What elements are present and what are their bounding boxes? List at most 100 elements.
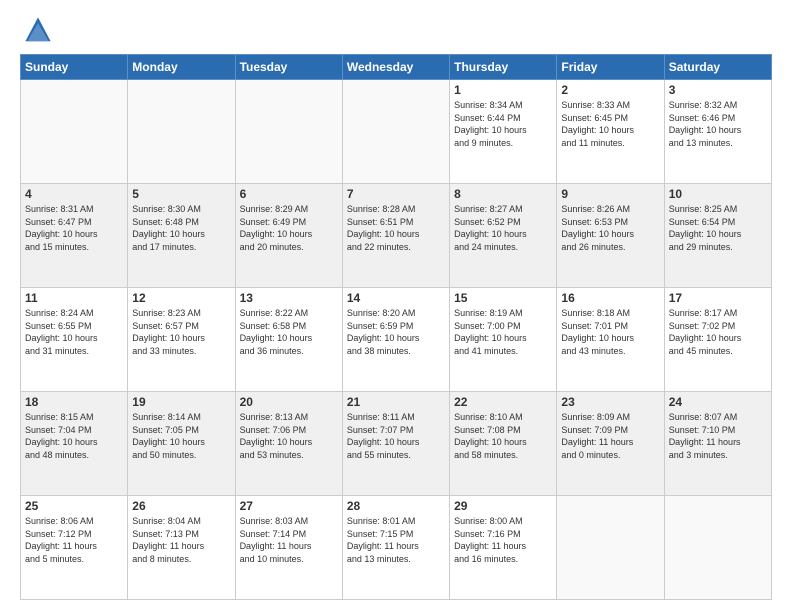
day-number: 28 [347,499,445,513]
day-number: 13 [240,291,338,305]
day-info: Sunrise: 8:26 AM Sunset: 6:53 PM Dayligh… [561,203,659,253]
day-info: Sunrise: 8:31 AM Sunset: 6:47 PM Dayligh… [25,203,123,253]
day-info: Sunrise: 8:25 AM Sunset: 6:54 PM Dayligh… [669,203,767,253]
calendar-cell: 22 Sunrise: 8:10 AM Sunset: 7:08 PM Dayli… [450,392,557,496]
calendar-cell: 18 Sunrise: 8:15 AM Sunset: 7:04 PM Dayli… [21,392,128,496]
calendar-cell: 26 Sunrise: 8:04 AM Sunset: 7:13 PM Dayli… [128,496,235,600]
calendar-cell: 15 Sunrise: 8:19 AM Sunset: 7:00 PM Dayli… [450,288,557,392]
calendar-body: 1Sunrise: 8:34 AM Sunset: 6:44 PM Daylig… [21,80,772,600]
calendar-cell: 4 Sunrise: 8:31 AM Sunset: 6:47 PM Daylig… [21,184,128,288]
day-info: Sunrise: 8:07 AM Sunset: 7:10 PM Dayligh… [669,411,767,461]
calendar-table: Sunday Monday Tuesday Wednesday Thursday… [20,54,772,600]
day-number: 12 [132,291,230,305]
calendar-cell: 14 Sunrise: 8:20 AM Sunset: 6:59 PM Dayli… [342,288,449,392]
day-number: 23 [561,395,659,409]
day-number: 9 [561,187,659,201]
day-number: 15 [454,291,552,305]
calendar-cell: 12 Sunrise: 8:23 AM Sunset: 6:57 PM Dayli… [128,288,235,392]
day-number: 24 [669,395,767,409]
day-info: Sunrise: 8:00 AM Sunset: 7:16 PM Dayligh… [454,515,552,565]
day-info: Sunrise: 8:17 AM Sunset: 7:02 PM Dayligh… [669,307,767,357]
calendar-cell: 1Sunrise: 8:34 AM Sunset: 6:44 PM Daylig… [450,80,557,184]
day-number: 6 [240,187,338,201]
day-number: 5 [132,187,230,201]
calendar-cell: 3 Sunrise: 8:32 AM Sunset: 6:46 PM Daylig… [664,80,771,184]
day-number: 22 [454,395,552,409]
day-info: Sunrise: 8:11 AM Sunset: 7:07 PM Dayligh… [347,411,445,461]
day-number: 11 [25,291,123,305]
day-info: Sunrise: 8:32 AM Sunset: 6:46 PM Dayligh… [669,99,767,149]
day-info: Sunrise: 8:13 AM Sunset: 7:06 PM Dayligh… [240,411,338,461]
calendar-cell: 5 Sunrise: 8:30 AM Sunset: 6:48 PM Daylig… [128,184,235,288]
day-info: Sunrise: 8:29 AM Sunset: 6:49 PM Dayligh… [240,203,338,253]
calendar-cell [557,496,664,600]
day-info: Sunrise: 8:15 AM Sunset: 7:04 PM Dayligh… [25,411,123,461]
calendar-cell [21,80,128,184]
day-info: Sunrise: 8:20 AM Sunset: 6:59 PM Dayligh… [347,307,445,357]
calendar-cell: 19 Sunrise: 8:14 AM Sunset: 7:05 PM Dayli… [128,392,235,496]
header [20,16,772,44]
calendar-cell: 29 Sunrise: 8:00 AM Sunset: 7:16 PM Dayli… [450,496,557,600]
calendar-cell: 23Sunrise: 8:09 AM Sunset: 7:09 PM Dayli… [557,392,664,496]
day-info: Sunrise: 8:10 AM Sunset: 7:08 PM Dayligh… [454,411,552,461]
day-info: Sunrise: 8:30 AM Sunset: 6:48 PM Dayligh… [132,203,230,253]
col-thursday: Thursday [450,55,557,80]
col-friday: Friday [557,55,664,80]
calendar-cell: 28 Sunrise: 8:01 AM Sunset: 7:15 PM Dayli… [342,496,449,600]
page: Sunday Monday Tuesday Wednesday Thursday… [0,0,792,612]
day-number: 8 [454,187,552,201]
calendar-cell: 7Sunrise: 8:28 AM Sunset: 6:51 PM Daylig… [342,184,449,288]
logo-icon [24,16,52,44]
calendar-cell: 8 Sunrise: 8:27 AM Sunset: 6:52 PM Daylig… [450,184,557,288]
day-number: 20 [240,395,338,409]
calendar-cell: 16 Sunrise: 8:18 AM Sunset: 7:01 PM Dayli… [557,288,664,392]
day-number: 27 [240,499,338,513]
col-sunday: Sunday [21,55,128,80]
calendar-cell: 11 Sunrise: 8:24 AM Sunset: 6:55 PM Dayli… [21,288,128,392]
day-number: 18 [25,395,123,409]
calendar-cell [128,80,235,184]
logo [20,16,52,44]
calendar-header: Sunday Monday Tuesday Wednesday Thursday… [21,55,772,80]
day-number: 7 [347,187,445,201]
day-info: Sunrise: 8:18 AM Sunset: 7:01 PM Dayligh… [561,307,659,357]
col-tuesday: Tuesday [235,55,342,80]
day-info: Sunrise: 8:34 AM Sunset: 6:44 PM Dayligh… [454,99,552,149]
day-info: Sunrise: 8:04 AM Sunset: 7:13 PM Dayligh… [132,515,230,565]
calendar-cell [342,80,449,184]
day-info: Sunrise: 8:33 AM Sunset: 6:45 PM Dayligh… [561,99,659,149]
calendar-cell: 2 Sunrise: 8:33 AM Sunset: 6:45 PM Daylig… [557,80,664,184]
day-info: Sunrise: 8:06 AM Sunset: 7:12 PM Dayligh… [25,515,123,565]
calendar-cell [664,496,771,600]
day-number: 14 [347,291,445,305]
day-number: 3 [669,83,767,97]
calendar-cell: 27 Sunrise: 8:03 AM Sunset: 7:14 PM Dayli… [235,496,342,600]
calendar-cell: 25Sunrise: 8:06 AM Sunset: 7:12 PM Dayli… [21,496,128,600]
day-info: Sunrise: 8:24 AM Sunset: 6:55 PM Dayligh… [25,307,123,357]
day-info: Sunrise: 8:23 AM Sunset: 6:57 PM Dayligh… [132,307,230,357]
calendar-cell: 6 Sunrise: 8:29 AM Sunset: 6:49 PM Daylig… [235,184,342,288]
day-info: Sunrise: 8:03 AM Sunset: 7:14 PM Dayligh… [240,515,338,565]
day-number: 4 [25,187,123,201]
day-info: Sunrise: 8:19 AM Sunset: 7:00 PM Dayligh… [454,307,552,357]
day-info: Sunrise: 8:27 AM Sunset: 6:52 PM Dayligh… [454,203,552,253]
day-number: 29 [454,499,552,513]
col-wednesday: Wednesday [342,55,449,80]
calendar-cell: 13 Sunrise: 8:22 AM Sunset: 6:58 PM Dayli… [235,288,342,392]
calendar-cell: 9 Sunrise: 8:26 AM Sunset: 6:53 PM Daylig… [557,184,664,288]
calendar-cell: 24 Sunrise: 8:07 AM Sunset: 7:10 PM Dayli… [664,392,771,496]
day-number: 16 [561,291,659,305]
col-saturday: Saturday [664,55,771,80]
calendar-cell: 20 Sunrise: 8:13 AM Sunset: 7:06 PM Dayli… [235,392,342,496]
day-number: 21 [347,395,445,409]
day-number: 10 [669,187,767,201]
col-monday: Monday [128,55,235,80]
day-info: Sunrise: 8:01 AM Sunset: 7:15 PM Dayligh… [347,515,445,565]
day-number: 19 [132,395,230,409]
day-number: 2 [561,83,659,97]
day-info: Sunrise: 8:14 AM Sunset: 7:05 PM Dayligh… [132,411,230,461]
header-row: Sunday Monday Tuesday Wednesday Thursday… [21,55,772,80]
day-number: 17 [669,291,767,305]
day-number: 26 [132,499,230,513]
day-info: Sunrise: 8:22 AM Sunset: 6:58 PM Dayligh… [240,307,338,357]
